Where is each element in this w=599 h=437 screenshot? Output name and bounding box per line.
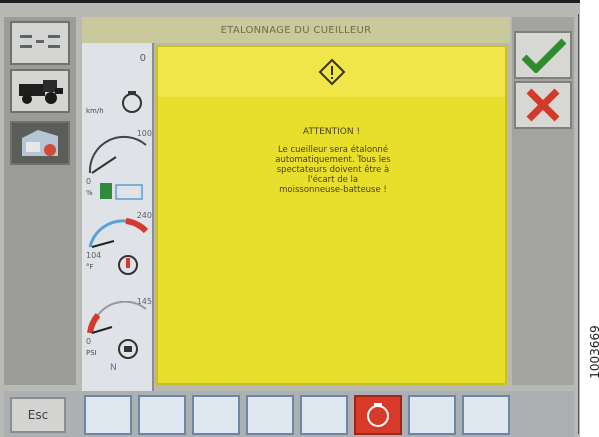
softkey-6-active[interactable]	[354, 395, 402, 435]
message-line: automatiquement. Tous les	[275, 155, 391, 165]
temp-unit: °F	[86, 263, 94, 271]
display-screen: ETALONNAGE DU CUEILLEUR 0 km/h 100 0 % 2…	[0, 0, 580, 437]
close-icon	[526, 88, 560, 122]
softkey-5[interactable]	[300, 395, 348, 435]
fuel-icon	[100, 183, 143, 200]
fuel-arc	[88, 135, 147, 174]
pressure-arc	[87, 301, 147, 334]
engine-icon	[367, 403, 389, 427]
page-title: ETALONNAGE DU CUEILLEUR	[220, 24, 372, 36]
softkey-7[interactable]	[408, 395, 456, 435]
pressure-unit: PSI	[86, 349, 97, 357]
confirm-button[interactable]	[514, 31, 572, 79]
dialog-title: ATTENTION !	[302, 127, 361, 137]
message-line: spectateurs doivent être à	[276, 165, 390, 175]
esc-button[interactable]: Esc	[10, 397, 66, 433]
softkey-3[interactable]	[192, 395, 240, 435]
message-line: moissonneuse-batteuse !	[279, 185, 387, 195]
dialog-message: Le cueilleur sera étalonné automatiqueme…	[238, 145, 428, 195]
gear-indicator: N	[110, 363, 117, 373]
layout-icon	[20, 35, 60, 48]
cancel-button[interactable]	[514, 81, 572, 129]
left-menu	[4, 17, 76, 385]
field-settings-button[interactable]	[10, 121, 70, 165]
speed-value: 0	[139, 53, 146, 64]
dialog-header	[158, 47, 505, 97]
temp-min: 104	[86, 251, 102, 260]
divider	[578, 14, 579, 434]
combine-button[interactable]	[10, 69, 70, 113]
title-bar: ETALONNAGE DU CUEILLEUR	[82, 17, 510, 43]
figure-id-text: 1003669	[588, 325, 599, 379]
temp-arc	[88, 218, 149, 248]
message-line: l'écart de la	[307, 175, 359, 185]
layout-menu-button[interactable]	[10, 21, 70, 65]
message-line: Le cueilleur sera étalonné	[277, 145, 389, 155]
softkey-8[interactable]	[462, 395, 510, 435]
engine-icon	[122, 91, 142, 113]
fuel-gauge: 100 0 %	[82, 125, 154, 205]
softkey-1[interactable]	[84, 395, 132, 435]
coolant-icon	[118, 255, 138, 275]
field-icon	[22, 130, 58, 156]
fuel-min: 0	[86, 177, 92, 186]
speed-unit: km/h	[86, 107, 104, 115]
fuel-unit: %	[86, 189, 93, 197]
combine-icon	[19, 80, 63, 104]
checkmark-icon	[521, 38, 566, 73]
gauge-panel: 0 km/h 100 0 % 240 104 °F 145 0 PSI N	[82, 43, 154, 393]
pressure-min: 0	[86, 337, 92, 346]
softkey-bar: Esc	[4, 391, 574, 437]
right-menu	[512, 17, 574, 385]
speed-gauge: 0 km/h	[82, 43, 154, 123]
oil-pressure-gauge: 145 0 PSI N	[82, 293, 154, 373]
temperature-gauge: 240 104 °F	[82, 207, 154, 287]
softkey-2[interactable]	[138, 395, 186, 435]
figure-id: 1003669	[585, 300, 599, 410]
calibration-dialog: ATTENTION ! Le cueilleur sera étalonné a…	[156, 45, 507, 385]
oil-icon	[118, 339, 138, 359]
warning-icon	[318, 58, 345, 86]
softkey-4[interactable]	[246, 395, 294, 435]
